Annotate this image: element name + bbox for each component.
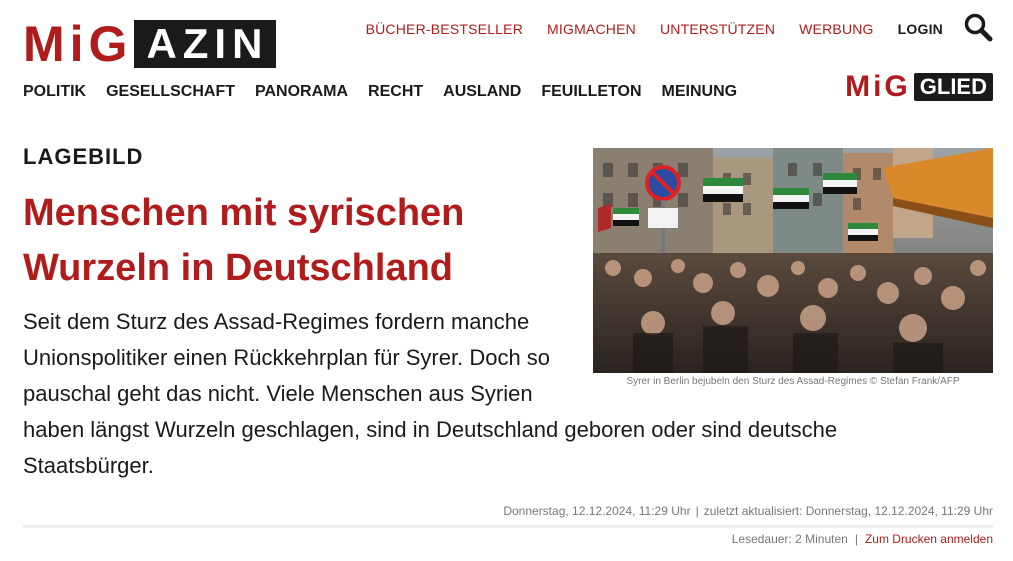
member-logo-glied-text: GLIED bbox=[913, 73, 993, 101]
top-navigation: BÜCHER-BESTSELLER MIGMACHEN UNTERSTÜTZEN… bbox=[366, 19, 943, 39]
article-headline[interactable]: Menschen mit syrischen Wurzeln in Deutsc… bbox=[23, 186, 573, 296]
login-link[interactable]: LOGIN bbox=[898, 19, 943, 39]
updated-date: zuletzt aktualisiert: Donnerstag, 12.12.… bbox=[703, 504, 993, 518]
article-photo[interactable] bbox=[593, 148, 993, 373]
topnav-item-werbung[interactable]: WERBUNG bbox=[799, 19, 874, 39]
main-navigation: POLITIK GESELLSCHAFT PANORAMA RECHT AUSL… bbox=[23, 83, 737, 101]
nav-item-ausland[interactable]: AUSLAND bbox=[443, 83, 521, 101]
nav-item-recht[interactable]: RECHT bbox=[368, 83, 423, 101]
member-logo-mig-text: MiG bbox=[845, 70, 911, 103]
nav-item-feuilleton[interactable]: FEUILLETON bbox=[541, 83, 641, 101]
separator: | bbox=[695, 504, 699, 518]
article-lead-part1: Seit dem Sturz des Assad-Regimes fordern… bbox=[23, 309, 551, 406]
topnav-item-migmachen[interactable]: MIGMACHEN bbox=[547, 19, 636, 39]
nav-item-gesellschaft[interactable]: GESELLSCHAFT bbox=[106, 83, 235, 101]
image-caption: Syrer in Berlin bejubeln den Sturz des A… bbox=[626, 376, 960, 387]
separator: | bbox=[854, 532, 858, 546]
nav-item-politik[interactable]: POLITIK bbox=[23, 83, 86, 101]
nav-item-panorama[interactable]: PANORAMA bbox=[255, 83, 348, 101]
member-logo[interactable]: MiG GLIED bbox=[845, 72, 993, 102]
logo-azin-text: AZIN bbox=[134, 20, 277, 68]
article-dates: Donnerstag, 12.12.2024, 11:29 Uhr | zuletz… bbox=[503, 504, 993, 518]
site-logo[interactable]: MiG AZIN bbox=[23, 16, 277, 72]
topnav-item-buecher-bestseller[interactable]: BÜCHER-BESTSELLER bbox=[366, 19, 523, 39]
topnav-item-unterstuetzen[interactable]: UNTERSTÜTZEN bbox=[660, 19, 775, 39]
nav-item-meinung[interactable]: MEINUNG bbox=[662, 83, 738, 101]
article-kicker: LAGEBILD bbox=[23, 144, 144, 169]
print-login-link[interactable]: Zum Drucken anmelden bbox=[865, 532, 993, 546]
search-icon[interactable] bbox=[963, 12, 993, 42]
article-figure: Syrer in Berlin bejubeln den Sturz des A… bbox=[593, 148, 993, 387]
divider bbox=[23, 525, 993, 528]
publish-date: Donnerstag, 12.12.2024, 11:29 Uhr bbox=[503, 504, 691, 518]
article-lead-part2: haben längst Wurzeln geschlagen, sind in… bbox=[23, 417, 838, 478]
article-meta: Lesedauer: 2 Minuten | Zum Drucken anmelde… bbox=[732, 532, 993, 546]
logo-mig-text: MiG bbox=[23, 16, 133, 72]
reading-time: Lesedauer: 2 Minuten bbox=[731, 532, 848, 546]
